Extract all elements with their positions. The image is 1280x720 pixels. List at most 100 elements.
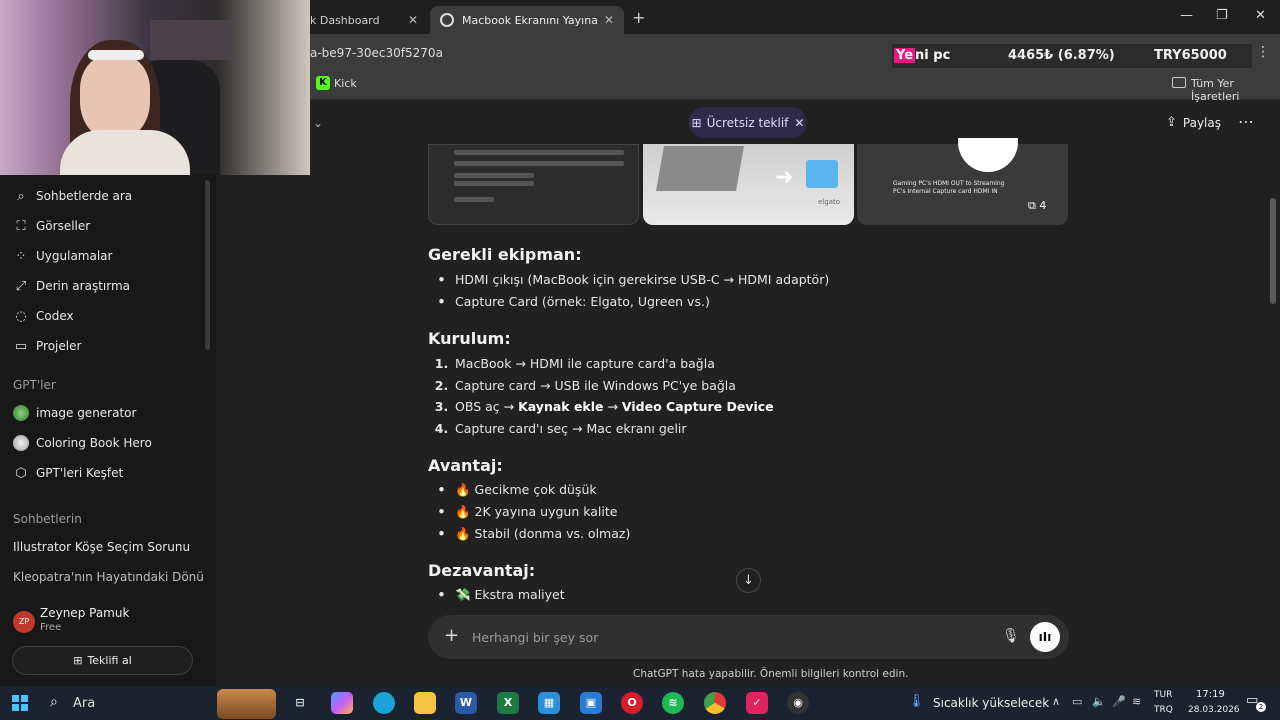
tab-active-chat[interactable]: Macbook Ekranını Yayına Aktarı ✕ [430, 6, 624, 34]
list-item-text: Capture card → USB ile Windows PC'ye bağ… [455, 378, 736, 393]
list-item: 3. OBS aç → Kaynak ekle → Video Capture D… [428, 399, 774, 414]
wifi-icon[interactable]: ≋ [1132, 695, 1141, 708]
sidebar-item-apps[interactable]: ⁘ Uygulamalar [13, 244, 203, 268]
url-field[interactable]: a-be97-30ec30f5270a [310, 46, 443, 60]
bookmark-kick[interactable]: Kick [334, 77, 357, 90]
chevron-up-icon[interactable]: ∧ [1052, 695, 1060, 708]
clock-time[interactable]: 17:19 [1196, 689, 1225, 700]
sidebar-gpt-coloring-book[interactable]: Coloring Book Hero [13, 431, 203, 455]
maximize-icon[interactable]: ❐ [1216, 8, 1228, 23]
thumbnail-detail [454, 197, 494, 202]
avatar[interactable]: ZP [13, 611, 35, 633]
microphone-icon[interactable]: 🎤 [1112, 695, 1126, 708]
search-icon[interactable]: ⌕ [50, 694, 58, 710]
voice-mode-button[interactable]: ıIı [1030, 622, 1060, 652]
notification-badge: 2 [1256, 702, 1266, 712]
webcam-face [80, 55, 150, 140]
chrome-icon[interactable] [704, 692, 726, 714]
search-icon: ⌕ [17, 188, 25, 204]
sidebar-item-label: Coloring Book Hero [36, 436, 152, 450]
taskbar-search[interactable]: Ara [73, 696, 95, 711]
section-heading: Gerekli ekipman: [428, 245, 582, 264]
button-label: Teklifi al [87, 654, 132, 667]
list-item-text: Capture Card (örnek: Elgato, Ugreen vs.) [455, 294, 710, 309]
folder-icon: ▭ [14, 338, 28, 354]
sidebar-explore-gpts[interactable]: ⬡ GPT'leri Keşfet [13, 461, 203, 485]
list-number: 1. [434, 356, 449, 371]
list-item-text: 🔥 2K yayına uygun kalite [455, 504, 618, 519]
sidebar-gpt-image-generator[interactable]: image generator [13, 401, 203, 425]
excel-icon[interactable]: X [497, 692, 519, 714]
sidebar-item-projects[interactable]: ▭ Projeler [13, 334, 203, 358]
list-item-text: MacBook → HDMI ile capture card'a bağla [455, 356, 715, 371]
chevron-down-icon[interactable]: ⌄ [313, 116, 323, 130]
close-window-icon[interactable]: ✕ [1255, 8, 1266, 23]
arrow-right-icon: ➜ [775, 165, 794, 190]
close-icon[interactable]: ✕ [794, 116, 804, 130]
browser-menu-icon[interactable]: ⋮ [1256, 44, 1270, 60]
close-icon[interactable]: ✕ [604, 13, 614, 27]
keyboard-layout[interactable]: TRQ [1154, 705, 1173, 715]
opera-icon[interactable]: O [621, 692, 643, 714]
word-icon[interactable]: W [455, 692, 477, 714]
list-item: 4. Capture card'ı seç → Mac ekranı gelir [428, 421, 687, 436]
sidebar-item-images[interactable]: ⛶ Görseller [13, 214, 203, 238]
list-number: 3. [434, 399, 449, 414]
sidebar-scrollbar[interactable] [205, 180, 210, 350]
clock-date[interactable]: 28.03.2026 [1188, 705, 1240, 715]
sidebar-item-label: GPT'leri Keşfet [36, 466, 124, 480]
openai-icon [440, 13, 454, 27]
user-name[interactable]: Zeynep Pamuk [40, 606, 129, 620]
battery-icon[interactable]: ▭ [1072, 695, 1082, 708]
thermometer-icon[interactable]: 🌡 [908, 694, 925, 709]
prompt-input[interactable]: Herhangi bir şey sor [472, 630, 598, 645]
thumbnail-detail [454, 161, 624, 166]
share-button[interactable]: ⇪ Paylaş [1166, 115, 1221, 130]
more-images-badge[interactable]: ⧉ 4 [1028, 199, 1046, 213]
close-icon[interactable]: ✕ [408, 13, 418, 27]
weather-widget[interactable]: Sıcaklık yükselecek [933, 696, 1049, 710]
tab-dashboard[interactable]: k Dashboard ✕ [300, 6, 428, 34]
scroll-down-button[interactable]: ↓ [736, 568, 761, 593]
get-offer-button[interactable]: ⊞ Teklifi al [12, 646, 193, 675]
pinned-app-icon[interactable]: ✓ [746, 692, 768, 714]
minimize-icon[interactable]: — [1180, 8, 1193, 23]
sidebar-item-search[interactable]: ⌕ Sohbetlerde ara [13, 184, 203, 208]
more-icon[interactable]: ⋯ [1238, 112, 1254, 131]
sidebar-item-deep-research[interactable]: ⤢ Derin araştırma [13, 274, 203, 298]
copilot-icon[interactable] [331, 692, 353, 714]
search-highlight-image[interactable] [217, 689, 276, 719]
list-number: 2. [434, 378, 449, 393]
all-bookmarks[interactable]: Tüm Yer İşaretleri [1191, 77, 1280, 103]
task-view-icon[interactable]: ⊟ [289, 692, 311, 714]
folder-icon[interactable] [1172, 77, 1186, 88]
spotify-icon[interactable]: ≋ [662, 692, 684, 714]
new-tab-icon[interactable]: + [632, 8, 645, 27]
list-item: • HDMI çıkışı (MacBook için gerekirse USB… [437, 272, 830, 287]
chat-item[interactable]: Illustrator Köşe Seçim Sorunu [13, 540, 203, 554]
thumbnail-brand: elgato [818, 198, 841, 206]
ticker-name-highlight: Ye [894, 48, 916, 63]
section-heading: Kurulum: [428, 329, 511, 348]
sidebar-item-label: Projeler [36, 339, 82, 353]
speaker-icon[interactable]: 🔈 [1092, 695, 1106, 708]
store-icon[interactable]: ▣ [580, 692, 602, 714]
calculator-icon[interactable]: ▦ [538, 692, 560, 714]
file-explorer-icon[interactable] [414, 692, 436, 714]
sidebar-item-label: Uygulamalar [36, 249, 113, 263]
windows-start-icon[interactable] [12, 695, 28, 711]
list-item-text: OBS aç → [455, 399, 519, 414]
kick-icon[interactable]: K [316, 76, 330, 90]
plus-icon[interactable]: + [444, 625, 459, 646]
sidebar-item-codex[interactable]: ◌ Codex [13, 304, 203, 328]
image-generator-icon [13, 405, 29, 421]
ticker-name-rest: ni pc [915, 48, 951, 63]
codex-icon: ◌ [15, 308, 27, 324]
language-indicator[interactable]: TUR [1154, 690, 1172, 700]
main-scrollbar[interactable] [1270, 198, 1276, 304]
edge-icon[interactable] [373, 692, 395, 714]
chat-item[interactable]: Kleopatra'nın Hayatındaki Dönü... [13, 570, 203, 584]
free-offer-pill[interactable]: ⊞ Ücretsiz teklif ✕ [689, 107, 807, 138]
obs-icon[interactable]: ◉ [787, 692, 809, 714]
microphone-icon[interactable]: 🎙 [1002, 628, 1020, 644]
